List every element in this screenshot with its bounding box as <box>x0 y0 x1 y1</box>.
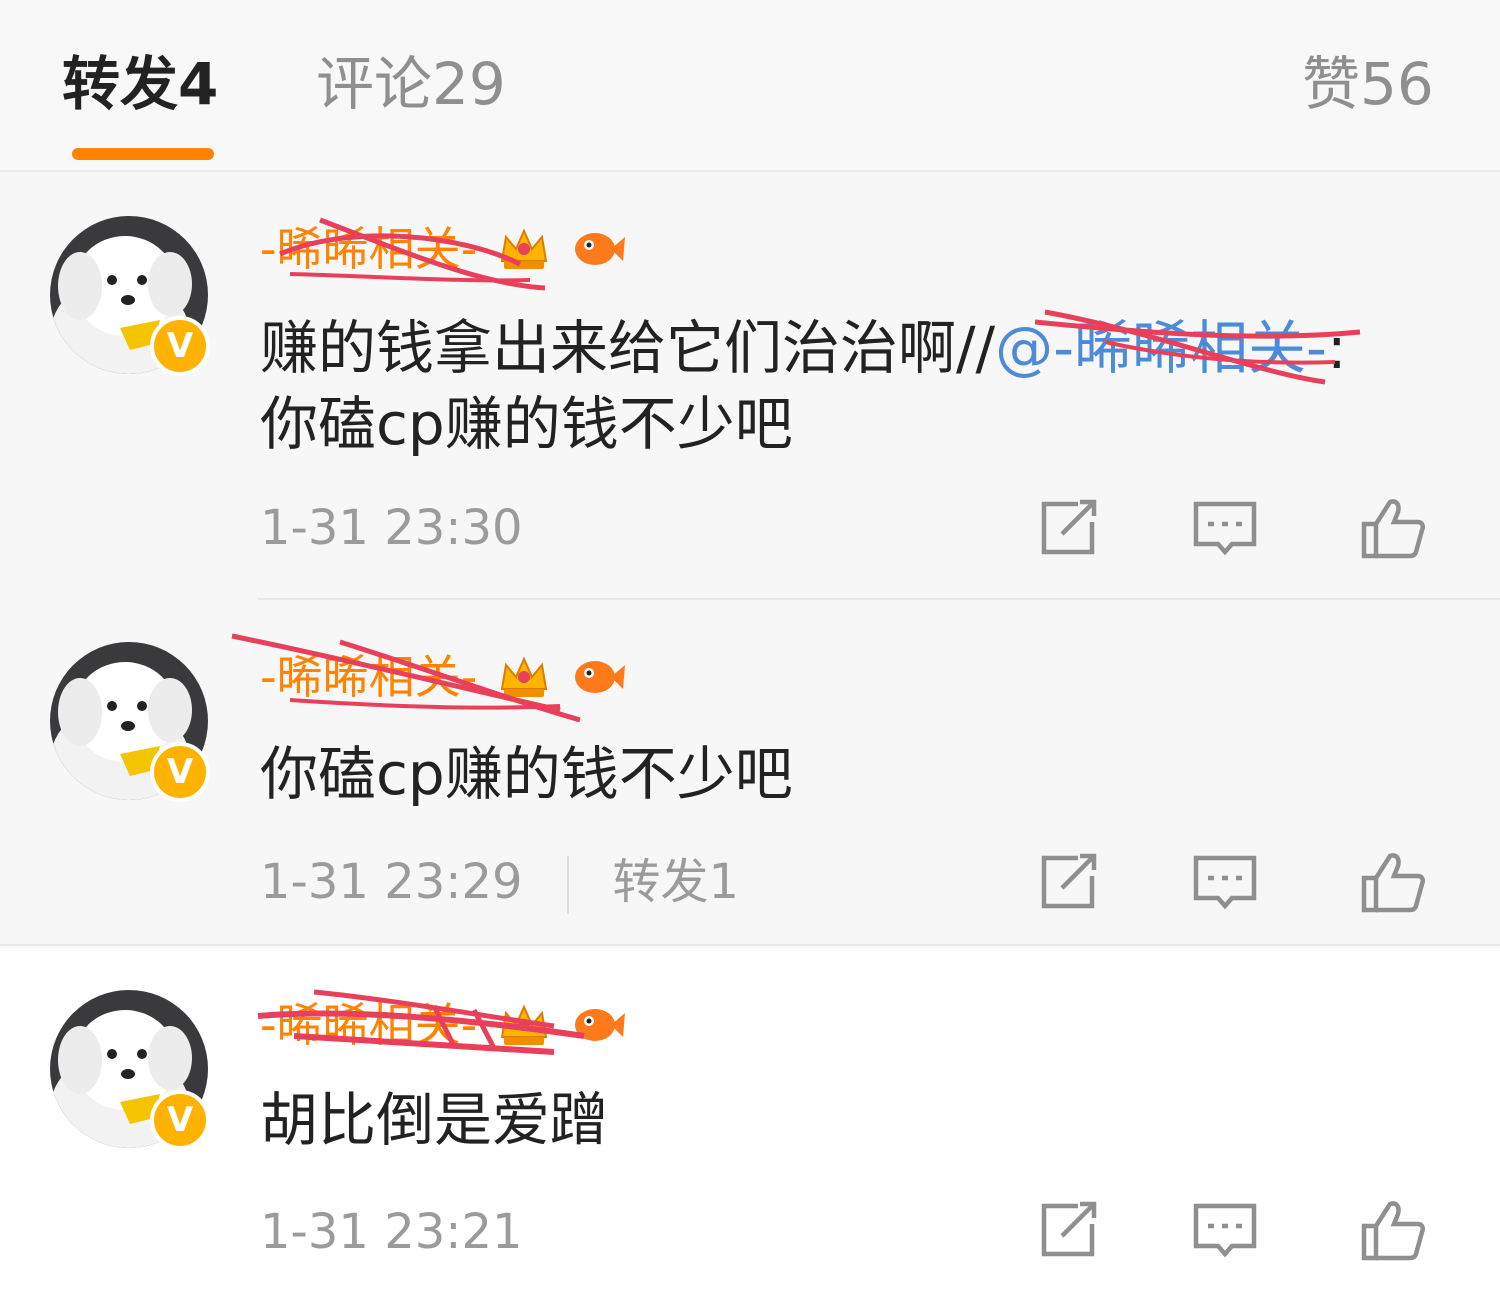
thumbs-up-icon <box>1361 1201 1426 1261</box>
avatar[interactable]: V <box>50 990 210 1150</box>
name-row: -晞晞相关- <box>257 989 627 1060</box>
avatar[interactable]: V <box>50 642 210 802</box>
tab-comments[interactable]: 评论29 <box>316 48 506 120</box>
verified-badge-icon: V <box>150 316 210 376</box>
comment-button[interactable] <box>1190 1196 1260 1266</box>
tab-likes[interactable]: 赞56 <box>1302 48 1434 120</box>
thumbs-up-icon <box>1361 499 1426 559</box>
content-line-2: 你磕cp赚的钱不少吧 <box>260 390 793 458</box>
username[interactable]: -晞晞相关- <box>260 214 477 284</box>
active-tab-indicator <box>72 148 214 160</box>
tab-bar: 转发4 评论29 赞56 <box>0 0 1500 172</box>
fish-icon <box>575 233 626 265</box>
timestamp: 1-31 23:21 <box>260 1204 523 1260</box>
like-button[interactable] <box>1358 494 1428 564</box>
repost-icon <box>1041 853 1097 909</box>
verified-badge-icon: V <box>150 1090 210 1150</box>
comment-icon <box>1193 855 1257 910</box>
repost-count-link[interactable]: 转发1 <box>613 854 740 910</box>
avatar[interactable]: V <box>50 216 210 376</box>
post-meta: 1-31 23:21 <box>260 1202 523 1262</box>
repost-icon <box>1041 1201 1097 1257</box>
like-button[interactable] <box>1358 848 1428 918</box>
crown-icon <box>501 1004 548 1045</box>
name-row: -晞晞相关- <box>231 633 627 723</box>
meta-separator <box>566 856 569 914</box>
like-button[interactable] <box>1358 1196 1428 1266</box>
repost-icon <box>1041 499 1097 555</box>
tab-likes-count: 56 <box>1360 50 1434 118</box>
tab-repost-count: 4 <box>178 50 219 118</box>
fish-icon <box>575 661 626 693</box>
timestamp: 1-31 23:30 <box>260 500 523 556</box>
content-colon: : <box>1326 314 1347 382</box>
timestamp: 1-31 23:29 <box>260 854 523 910</box>
post-meta: 1-31 23:29 转发1 <box>260 852 739 914</box>
crown-icon <box>501 228 548 269</box>
tab-likes-label: 赞 <box>1302 50 1361 118</box>
comment-button[interactable] <box>1190 848 1260 918</box>
post-content: 胡比倒是爱蹭 <box>260 1082 1460 1158</box>
content-text: 你磕cp赚的钱不少吧 <box>260 740 793 808</box>
post-content: 你磕cp赚的钱不少吧 <box>260 736 1460 812</box>
crown-icon <box>501 656 548 697</box>
list-item: V -晞晞相关- 赚的钱拿出来给它们治治啊//@-晞晞相关- : 你磕cp赚的钱… <box>0 172 1500 600</box>
content-text: 胡比倒是爱蹭 <box>260 1086 609 1154</box>
repost-button[interactable] <box>1032 848 1102 918</box>
mention-link[interactable]: @-晞晞相关- <box>995 309 1361 386</box>
tab-repost[interactable]: 转发4 <box>62 48 218 120</box>
repost-button[interactable] <box>1032 1196 1102 1266</box>
list-item: V -晞晞相关- 你磕cp赚的钱不少吧 1-31 23:29 转发1 <box>0 600 1500 946</box>
post-content: 赚的钱拿出来给它们治治啊//@-晞晞相关- : 你磕cp赚的钱不少吧 <box>260 309 1460 462</box>
item-divider <box>0 944 1500 946</box>
fish-icon <box>575 1009 626 1041</box>
post-meta: 1-31 23:30 <box>260 498 523 558</box>
verified-badge-icon: V <box>150 742 210 802</box>
comment-icon <box>1193 501 1257 556</box>
tab-comments-count: 29 <box>432 50 506 118</box>
comment-icon <box>1193 1203 1257 1258</box>
mention-text: @-晞晞相关- <box>995 314 1327 382</box>
username[interactable]: -晞晞相关- <box>260 990 477 1060</box>
tab-repost-label: 转发 <box>62 50 179 118</box>
list-item: V -晞晞相关- 胡比倒是爱蹭 1-31 23:21 <box>0 948 1500 1292</box>
repost-button[interactable] <box>1032 494 1102 564</box>
username[interactable]: -晞晞相关- <box>260 642 477 712</box>
thumbs-up-icon <box>1361 853 1426 913</box>
content-text: 赚的钱拿出来给它们治治啊// <box>260 314 996 382</box>
tab-comments-label: 评论 <box>316 50 433 118</box>
comment-button[interactable] <box>1190 494 1260 564</box>
name-row: -晞晞相关- <box>260 214 627 291</box>
